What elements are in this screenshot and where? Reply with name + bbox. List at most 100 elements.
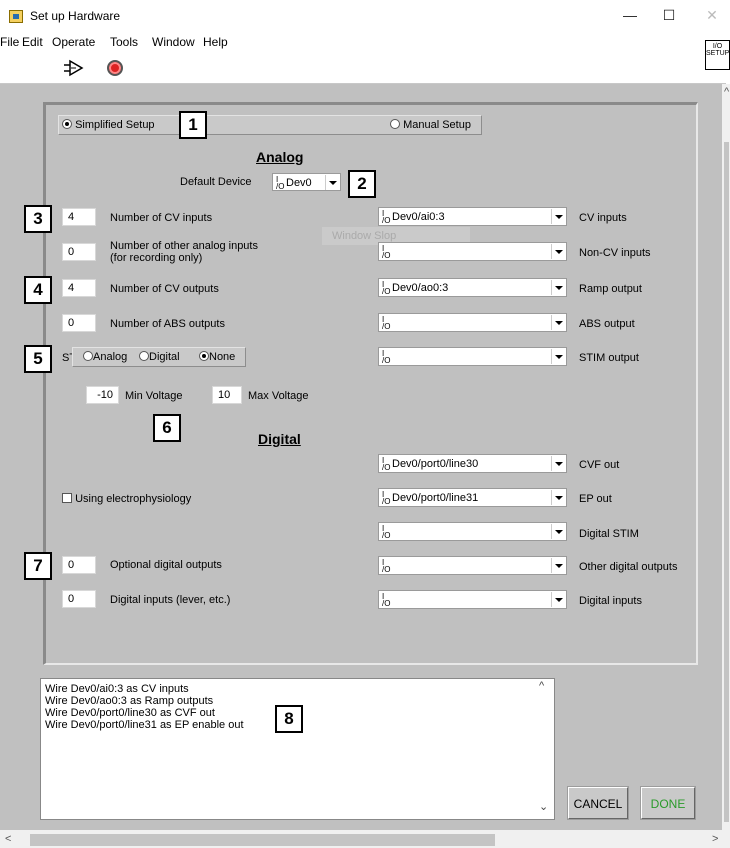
log-line: Wire Dev0/port0/line30 as CVF out [45, 707, 215, 719]
radio-stim-digital[interactable]: Digital [139, 351, 180, 363]
radio-unselected-icon [83, 351, 93, 361]
cvf-out-channel-select[interactable]: I/O Dev0/port0/line30 [378, 454, 567, 473]
scroll-left-icon[interactable]: < [5, 833, 11, 845]
wiring-log-lines: Wire Dev0/ai0:3 as CV inputs Wire Dev0/a… [45, 683, 244, 731]
cv-inputs-channel-select[interactable]: I/O Dev0/ai0:3 [378, 207, 567, 226]
other-inputs-count-field[interactable]: 0 [62, 243, 96, 261]
default-device-value: Dev0 [286, 177, 312, 189]
ramp-output-channel-select[interactable]: I/O Dev0/ao0:3 [378, 278, 567, 297]
vertical-scroll-thumb[interactable] [724, 142, 729, 822]
log-line: Wire Dev0/port0/line31 as EP enable out [45, 719, 244, 731]
digital-inputs-count-field[interactable]: 0 [62, 590, 96, 608]
done-button[interactable]: DONE [641, 787, 695, 819]
abs-output-channel-select[interactable]: I/O [378, 313, 567, 332]
radio-stim-analog[interactable]: Analog [83, 351, 127, 363]
radio-stim-none[interactable]: None [199, 351, 235, 363]
min-voltage-field[interactable]: -10 [86, 386, 119, 404]
abs-output-channel-label: ABS output [579, 318, 635, 330]
chevron-down-icon [551, 244, 565, 259]
cv-inputs-channel-label: CV inputs [579, 212, 627, 224]
optional-outputs-count-field[interactable]: 0 [62, 556, 96, 574]
digital-stim-channel-select[interactable]: I/O [378, 522, 567, 541]
cv-outputs-count-field[interactable]: 4 [62, 279, 96, 297]
other-inputs-sublabel: (for recording only) [110, 252, 203, 264]
io-name-icon: I/O [382, 315, 391, 331]
window-title: Set up Hardware [30, 9, 121, 23]
log-scroll-up-icon[interactable]: ^ [539, 680, 544, 692]
ep-out-channel-value: Dev0/port0/line31 [392, 492, 479, 504]
analog-heading: Analog [256, 149, 304, 165]
menu-operate[interactable]: Operate [52, 35, 95, 49]
cvf-out-channel-label: CVF out [579, 459, 620, 471]
menu-help[interactable]: Help [203, 35, 228, 49]
digital-inputs-label: Digital inputs (lever, etc.) [110, 594, 231, 606]
stim-output-channel-label: STIM output [579, 352, 639, 364]
stim-none-label: None [209, 351, 236, 363]
stim-analog-label: Analog [93, 351, 128, 363]
max-voltage-field[interactable]: 10 [212, 386, 242, 404]
horizontal-scroll-thumb[interactable] [30, 834, 495, 846]
chevron-down-icon [551, 456, 565, 471]
optional-outputs-label: Optional digital outputs [110, 559, 222, 571]
cv-inputs-label: Number of CV inputs [110, 212, 213, 224]
chevron-down-icon [551, 558, 565, 573]
min-voltage-label: Min Voltage [125, 390, 183, 402]
log-line: Wire Dev0/ao0:3 as Ramp outputs [45, 695, 214, 707]
io-name-icon: I/O [382, 524, 391, 540]
cv-inputs-channel-value: Dev0/ai0:3 [392, 211, 445, 223]
digital-inputs-channel-label: Digital inputs [579, 595, 642, 607]
menu-bar: File Edit Operate Tools Window Help [0, 35, 700, 51]
radio-manual-setup[interactable]: Manual Setup [390, 119, 471, 131]
chevron-down-icon [551, 490, 565, 505]
manual-setup-label: Manual Setup [403, 119, 471, 131]
ep-out-channel-select[interactable]: I/O Dev0/port0/line31 [378, 488, 567, 507]
cv-outputs-label: Number of CV outputs [110, 283, 219, 295]
abs-outputs-count-field[interactable]: 0 [62, 314, 96, 332]
digital-inputs-channel-select[interactable]: I/O [378, 590, 567, 609]
run-arrow-icon[interactable] [62, 58, 86, 78]
log-scroll-down-icon[interactable]: ⌄ [539, 800, 548, 813]
scroll-up-icon[interactable]: ^ [724, 86, 729, 98]
callout-badge-6: 6 [153, 414, 181, 442]
radio-simplified-setup[interactable]: Simplified Setup [62, 119, 155, 131]
io-name-icon: I/O [276, 175, 285, 191]
menu-window[interactable]: Window [152, 35, 195, 49]
electrophysiology-checkbox[interactable]: Using electrophysiology [62, 493, 191, 505]
abort-stop-icon[interactable] [107, 60, 123, 76]
cancel-button[interactable]: CANCEL [568, 787, 628, 819]
scroll-right-icon[interactable]: > [712, 833, 718, 845]
max-voltage-label: Max Voltage [248, 390, 309, 402]
wiring-log[interactable]: Wire Dev0/ai0:3 as CV inputs Wire Dev0/a… [40, 678, 555, 820]
non-cv-inputs-channel-label: Non-CV inputs [579, 247, 651, 259]
default-device-select[interactable]: I/O Dev0 [272, 173, 341, 191]
minimize-button[interactable]: — [615, 4, 645, 26]
chevron-down-icon [551, 315, 565, 330]
default-device-label: Default Device [180, 176, 252, 188]
chevron-down-icon [325, 175, 339, 190]
io-name-icon: I/O [382, 280, 391, 296]
radio-selected-icon [62, 119, 72, 129]
close-button[interactable]: ✕ [697, 4, 727, 26]
callout-badge-1: 1 [179, 111, 207, 139]
maximize-button[interactable]: ☐ [654, 4, 684, 26]
menu-tools[interactable]: Tools [110, 35, 138, 49]
callout-badge-8: 8 [275, 705, 303, 733]
callout-badge-2: 2 [348, 170, 376, 198]
non-cv-inputs-channel-select[interactable]: I/O [378, 242, 567, 261]
menu-edit[interactable]: Edit [22, 35, 43, 49]
chevron-down-icon [551, 349, 565, 364]
stim-output-channel-select[interactable]: I/O [378, 347, 567, 366]
callout-badge-7: 7 [24, 552, 52, 580]
io-name-icon: I/O [382, 349, 391, 365]
radio-unselected-icon [139, 351, 149, 361]
menu-file[interactable]: File [0, 35, 19, 49]
log-line: Wire Dev0/ai0:3 as CV inputs [45, 683, 189, 695]
stim-digital-label: Digital [149, 351, 180, 363]
chevron-down-icon [551, 524, 565, 539]
cv-inputs-count-field[interactable]: 4 [62, 208, 96, 226]
radio-unselected-icon [390, 119, 400, 129]
chevron-down-icon [551, 209, 565, 224]
other-digital-outputs-select[interactable]: I/O [378, 556, 567, 575]
radio-selected-icon [199, 351, 209, 361]
checkbox-unchecked-icon [62, 493, 72, 503]
